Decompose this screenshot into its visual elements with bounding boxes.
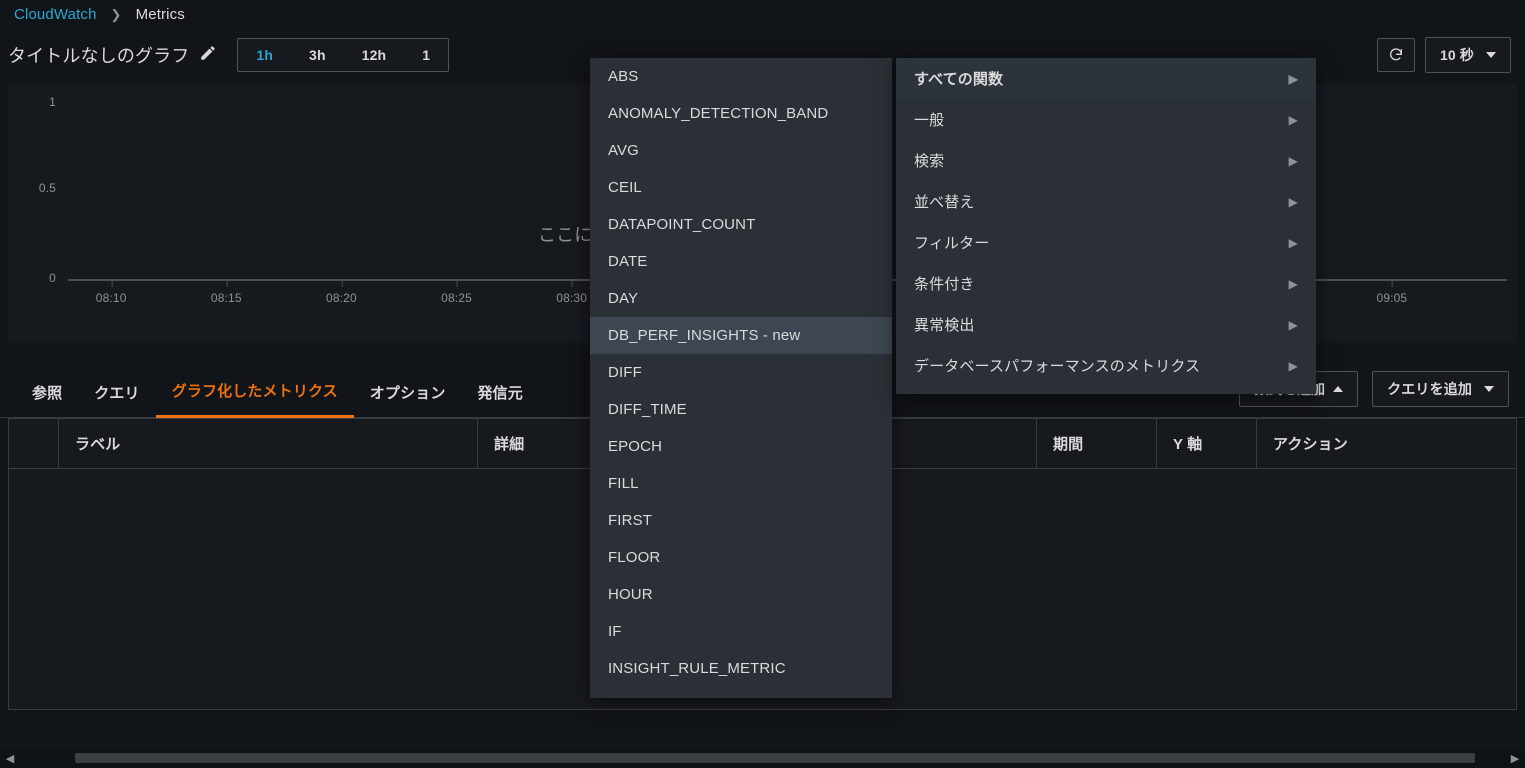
- tab-options[interactable]: オプション: [354, 370, 462, 417]
- function-item-ceil[interactable]: CEIL: [590, 169, 892, 206]
- x-tick: 08:15: [211, 291, 242, 305]
- category-item-label: 異常検出: [914, 314, 975, 335]
- function-list-menu: ABSANOMALY_DETECTION_BANDAVGCEILDATAPOIN…: [590, 58, 892, 698]
- tab-browse[interactable]: 参照: [16, 370, 78, 417]
- chevron-down-icon: [1484, 386, 1494, 392]
- chevron-right-icon: ▶: [1289, 359, 1298, 373]
- refresh-interval-label: 10 秒: [1440, 45, 1474, 65]
- category-item-label: すべての関数: [914, 68, 1003, 89]
- table-header-label: ラベル: [59, 419, 478, 468]
- category-item-3[interactable]: 並べ替え ▶: [896, 181, 1316, 222]
- function-item-if[interactable]: IF: [590, 613, 892, 650]
- function-item-fill[interactable]: FILL: [590, 465, 892, 502]
- chevron-right-icon: ▶: [1289, 236, 1298, 250]
- function-item-hour[interactable]: HOUR: [590, 576, 892, 613]
- x-tick: 08:30: [556, 291, 587, 305]
- function-item-first[interactable]: FIRST: [590, 502, 892, 539]
- category-item-8[interactable]: SQL クエリ▶: [896, 386, 1316, 394]
- chevron-up-icon: [1333, 386, 1343, 392]
- chevron-right-icon: ▶: [1289, 72, 1298, 86]
- scroll-thumb[interactable]: [75, 753, 1475, 763]
- add-query-button[interactable]: クエリを追加: [1372, 371, 1509, 407]
- function-item-avg[interactable]: AVG: [590, 132, 892, 169]
- category-item-7[interactable]: データベースパフォーマンスのメトリクス ▶: [896, 345, 1316, 386]
- category-item-5[interactable]: 条件付き ▶: [896, 263, 1316, 304]
- category-item-label: 検索: [914, 150, 944, 171]
- breadcrumb-current: Metrics: [136, 6, 185, 23]
- y-tick: 1: [32, 95, 56, 109]
- time-range-12h[interactable]: 12h: [344, 39, 405, 71]
- category-item-label: データベースパフォーマンスのメトリクス: [914, 355, 1200, 376]
- x-tick: 08:10: [96, 291, 127, 305]
- tab-query[interactable]: クエリ: [78, 370, 155, 417]
- y-tick: 0.5: [32, 181, 56, 195]
- tab-graphed-metrics[interactable]: グラフ化したメトリクス: [156, 368, 354, 418]
- chevron-right-icon: ▶: [1289, 277, 1298, 291]
- refresh-button[interactable]: [1377, 38, 1415, 72]
- category-item-label: 一般: [914, 109, 944, 130]
- category-item-2[interactable]: 検索 ▶: [896, 140, 1316, 181]
- edit-title-icon[interactable]: [199, 44, 217, 67]
- table-header-action: アクション: [1257, 419, 1516, 468]
- tab-source[interactable]: 発信元: [462, 370, 539, 417]
- category-item-0[interactable]: すべての関数 ▶: [896, 58, 1316, 99]
- function-item-epoch[interactable]: EPOCH: [590, 428, 892, 465]
- chevron-right-icon: ❯: [111, 7, 122, 23]
- add-query-label: クエリを追加: [1387, 379, 1472, 399]
- table-header-period: 期間: [1037, 419, 1157, 468]
- function-item-floor[interactable]: FLOOR: [590, 539, 892, 576]
- chevron-right-icon: ▶: [1289, 195, 1298, 209]
- horizontal-scrollbar[interactable]: ◀ ▶: [0, 748, 1525, 768]
- time-range-group: 1h 3h 12h 1: [237, 38, 449, 72]
- x-tick: 09:05: [1377, 291, 1408, 305]
- category-item-label: 並べ替え: [914, 191, 975, 212]
- function-item-anomaly-detection-band[interactable]: ANOMALY_DETECTION_BAND: [590, 95, 892, 132]
- function-item-insight-rule-metric[interactable]: INSIGHT_RULE_METRIC: [590, 650, 892, 687]
- chevron-right-icon: ▶: [1289, 154, 1298, 168]
- function-item-day[interactable]: DAY: [590, 280, 892, 317]
- x-tick: 08:25: [441, 291, 472, 305]
- function-item-diff-time[interactable]: DIFF_TIME: [590, 391, 892, 428]
- function-item-datapoint-count[interactable]: DATAPOINT_COUNT: [590, 206, 892, 243]
- y-tick: 0: [32, 271, 56, 285]
- category-item-label: フィルター: [914, 232, 989, 253]
- breadcrumb: CloudWatch ❯ Metrics: [0, 0, 1525, 37]
- function-item-diff[interactable]: DIFF: [590, 354, 892, 391]
- category-item-4[interactable]: フィルター ▶: [896, 222, 1316, 263]
- chevron-right-icon: ▶: [1289, 318, 1298, 332]
- x-tick: 08:20: [326, 291, 357, 305]
- breadcrumb-root[interactable]: CloudWatch: [14, 6, 97, 23]
- function-item-db-perf-insights-new[interactable]: DB_PERF_INSIGHTS - new: [590, 317, 892, 354]
- table-header-yaxis: Y 軸: [1157, 419, 1257, 468]
- function-item-abs[interactable]: ABS: [590, 58, 892, 95]
- time-range-3h[interactable]: 3h: [291, 39, 344, 71]
- category-item-label: 条件付き: [914, 273, 975, 294]
- time-range-more[interactable]: 1: [404, 39, 448, 71]
- category-item-1[interactable]: 一般 ▶: [896, 99, 1316, 140]
- function-item-date[interactable]: DATE: [590, 243, 892, 280]
- scroll-left-icon[interactable]: ◀: [0, 748, 20, 768]
- graph-title: タイトルなしのグラフ: [8, 42, 189, 68]
- chevron-right-icon: ▶: [1289, 113, 1298, 127]
- chevron-down-icon: [1486, 52, 1496, 58]
- refresh-icon: [1388, 47, 1404, 63]
- table-header-checkbox[interactable]: [9, 419, 59, 468]
- time-range-1h[interactable]: 1h: [238, 39, 291, 71]
- category-item-6[interactable]: 異常検出 ▶: [896, 304, 1316, 345]
- function-category-menu: すべての関数▶一般▶検索▶並べ替え▶フィルター▶条件付き▶異常検出▶データベース…: [896, 58, 1316, 394]
- scroll-right-icon[interactable]: ▶: [1505, 748, 1525, 768]
- refresh-interval-dropdown[interactable]: 10 秒: [1425, 37, 1511, 73]
